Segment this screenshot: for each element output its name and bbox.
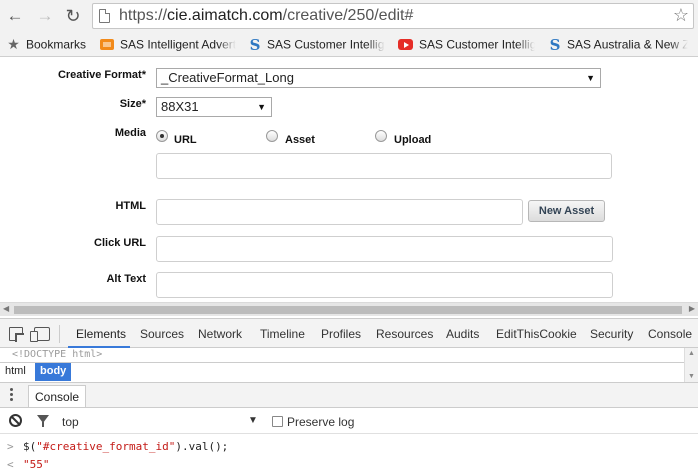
breadcrumb-body[interactable]: body (35, 363, 72, 381)
doctype-node[interactable]: <!DOCTYPE html> (12, 349, 102, 360)
address-bar[interactable]: https://cie.aimatch.com/creative/250/edi… (92, 3, 694, 29)
media-url-input[interactable] (156, 153, 612, 179)
console-input-line: > $("#creative_format_id").val(); (0, 438, 698, 456)
command-fn: $( (23, 440, 37, 453)
url-path: /creative/250/edit# (282, 7, 414, 24)
tab-editthiscookie[interactable]: EditThisCookie (496, 327, 577, 341)
drawer-tab-console[interactable]: Console (28, 385, 87, 407)
breadcrumb-html[interactable]: html (0, 363, 31, 381)
size-value: 88X31 (161, 99, 199, 114)
tab-network[interactable]: Network (198, 327, 242, 341)
size-label: Size* (119, 98, 146, 110)
command-rest: ).val(); (175, 440, 229, 453)
browser-toolbar: ← → ↻ https://cie.aimatch.com/creative/2… (0, 0, 698, 32)
tab-sources[interactable]: Sources (140, 327, 184, 341)
console-toolbar: top ▼ Preserve log (0, 408, 698, 434)
reload-icon[interactable]: ↻ (62, 5, 84, 27)
size-select[interactable]: 88X31 ▼ (156, 97, 272, 117)
tab-audits[interactable]: Audits (446, 327, 479, 341)
tab-profiles[interactable]: Profiles (321, 327, 361, 341)
bookmark-item-bookmarks[interactable]: ★ Bookmarks (7, 36, 92, 53)
console-prompt-icon: > (7, 440, 14, 453)
device-mode-icon[interactable] (30, 327, 50, 342)
bookmark-star-icon[interactable]: ☆ (673, 5, 689, 26)
elements-pane: <!DOCTYPE html> (0, 348, 698, 362)
inspect-element-icon[interactable] (9, 327, 23, 341)
page-horizontal-scrollbar[interactable]: ◀ ▶ (0, 302, 698, 316)
more-options-icon[interactable] (10, 388, 14, 402)
url-host: cie.aimatch.com (167, 7, 283, 24)
console-result-icon: < (7, 458, 14, 470)
scroll-right-icon[interactable]: ▶ (689, 304, 695, 313)
sas-s-icon: S (549, 36, 561, 53)
sas-s-icon: S (249, 36, 261, 53)
new-asset-button[interactable]: New Asset (528, 200, 605, 222)
creative-format-value: _CreativeFormat_Long (161, 70, 294, 85)
tab-security[interactable]: Security (590, 327, 633, 341)
creative-format-select[interactable]: _CreativeFormat_Long ▼ (156, 68, 601, 88)
youtube-icon (398, 39, 413, 51)
command-arg: "#creative_format_id" (36, 440, 176, 453)
html-label: HTML (115, 200, 146, 212)
devtools-tab-bar: Elements Sources Network Timeline Profil… (0, 318, 698, 348)
sas-orange-icon (100, 39, 114, 51)
forward-arrow-icon[interactable]: → (34, 5, 56, 27)
bookmark-item-sas-intelligent-advert[interactable]: SAS Intelligent Advert (100, 36, 236, 53)
chevron-down-icon: ▼ (586, 73, 595, 83)
clear-console-icon[interactable] (9, 414, 22, 427)
scroll-up-icon[interactable]: ▲ (688, 350, 695, 357)
breadcrumb: html body (0, 362, 684, 381)
creative-format-label: Creative Format* (57, 69, 146, 81)
bookmark-label: Bookmarks (26, 37, 87, 52)
page-content: Creative Format* _CreativeFormat_Long ▼ … (0, 58, 698, 302)
bookmarks-bar: ★ Bookmarks SAS Intelligent Advert S SAS C… (0, 32, 698, 57)
console-result-line: < "55" (0, 456, 698, 470)
back-arrow-icon[interactable]: ← (4, 5, 26, 27)
alt-text-label: Alt Text (106, 273, 146, 285)
tab-elements[interactable]: Elements (76, 327, 126, 341)
chevron-down-icon: ▼ (257, 102, 266, 112)
preserve-log-checkbox[interactable] (272, 416, 283, 427)
media-radio-asset[interactable] (266, 130, 278, 142)
tab-resources[interactable]: Resources (376, 327, 433, 341)
tab-console[interactable]: Console (648, 327, 692, 341)
drawer-header: Console (0, 382, 698, 408)
tab-timeline[interactable]: Timeline (260, 327, 305, 341)
bookmark-item-sas-customer-intellig-2[interactable]: SAS Customer Intellig (398, 36, 535, 53)
bookmark-item-sas-australia[interactable]: S SAS Australia & New Z (549, 36, 688, 53)
context-dropdown-icon[interactable]: ▼ (248, 415, 258, 426)
console-result-value[interactable]: "55" (23, 458, 50, 470)
elements-vertical-scrollbar[interactable]: ▲ ▼ (684, 348, 698, 382)
scroll-down-icon[interactable]: ▼ (688, 373, 695, 380)
media-option-upload-label: Upload (394, 134, 432, 146)
filter-icon[interactable] (37, 415, 49, 427)
console-command[interactable]: $("#creative_format_id").val(); (23, 440, 228, 453)
html-input[interactable] (156, 199, 523, 225)
bookmark-item-sas-customer-intellig-1[interactable]: S SAS Customer Intellig (249, 36, 385, 53)
media-option-asset-label: Asset (285, 134, 315, 146)
page-icon (99, 9, 110, 23)
click-url-label: Click URL (94, 237, 146, 249)
context-selector[interactable]: top (62, 415, 79, 429)
url-text[interactable]: https://cie.aimatch.com/creative/250/edi… (119, 7, 413, 25)
star-icon: ★ (7, 36, 20, 53)
alt-text-input[interactable] (156, 272, 613, 298)
media-radio-url[interactable] (156, 130, 168, 142)
media-label: Media (114, 127, 146, 139)
media-option-url-label: URL (174, 134, 197, 146)
click-url-input[interactable] (156, 236, 613, 262)
preserve-log-label: Preserve log (287, 415, 355, 429)
scroll-left-icon[interactable]: ◀ (3, 304, 9, 313)
media-radio-upload[interactable] (375, 130, 387, 142)
scrollbar-thumb[interactable] (14, 306, 682, 314)
url-scheme: https:// (119, 7, 168, 24)
